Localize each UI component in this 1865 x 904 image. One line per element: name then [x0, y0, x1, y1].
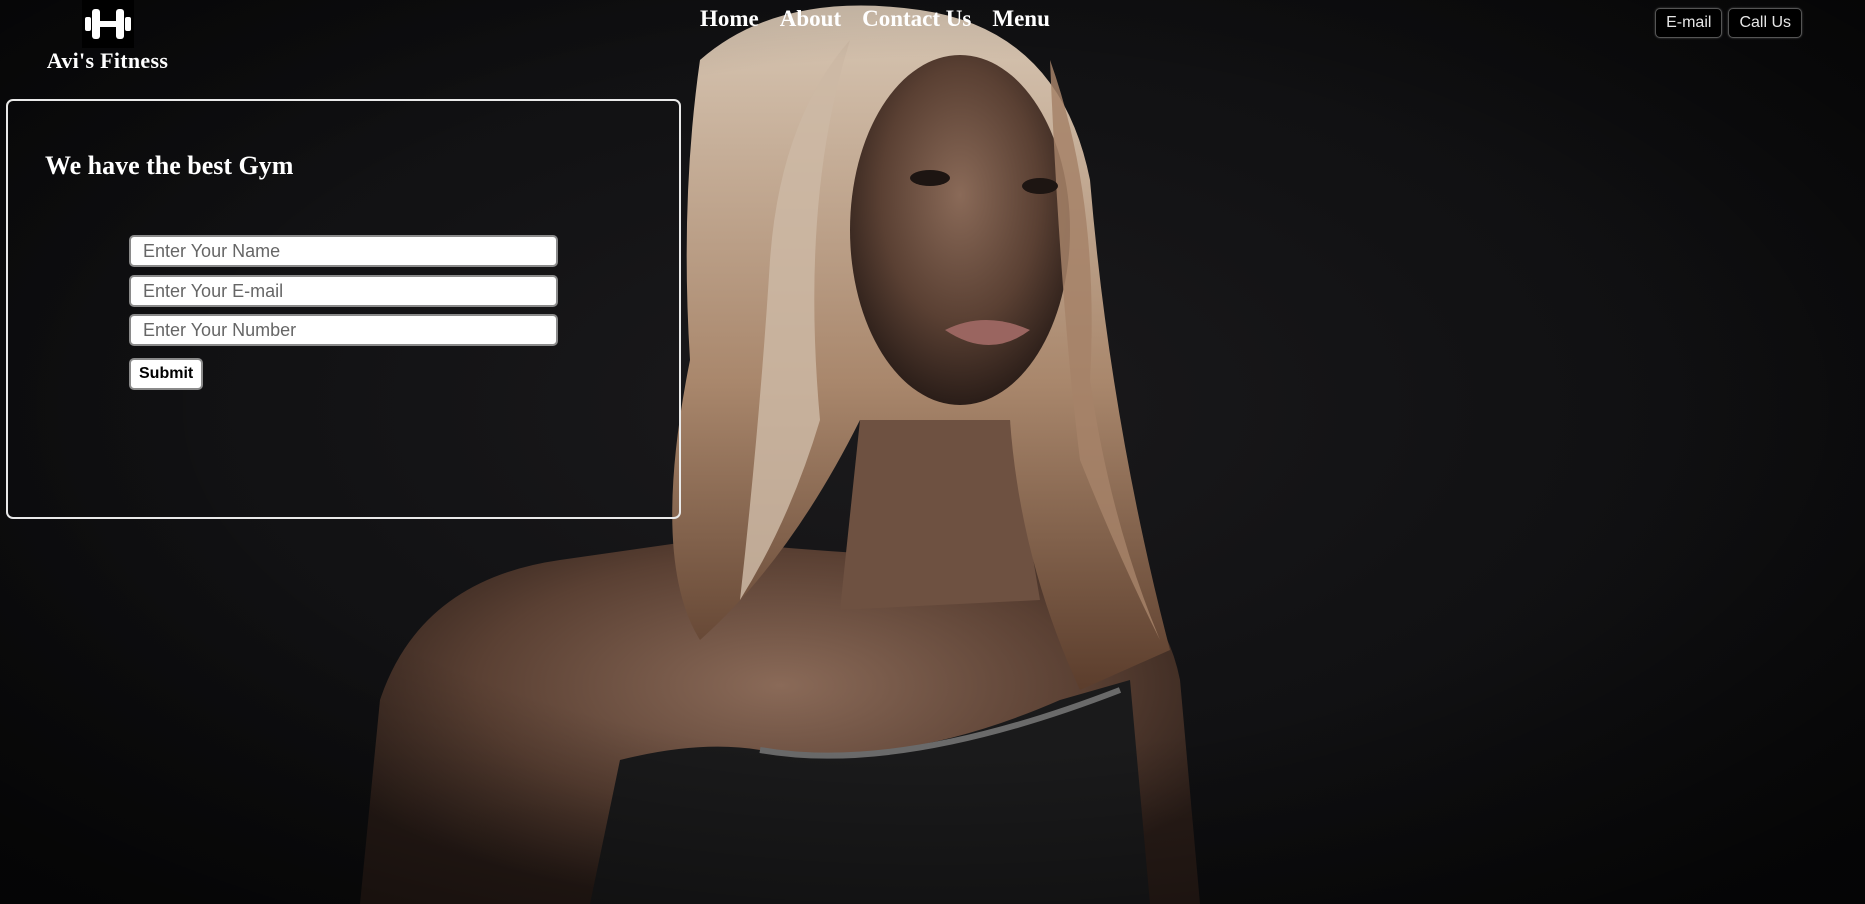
email-input[interactable] [129, 275, 558, 307]
brand-name: Avi's Fitness [46, 48, 169, 73]
dumbbell-icon [81, 0, 134, 48]
main-nav: Home About Contact Us Menu [700, 6, 1071, 32]
call-us-button[interactable]: Call Us [1728, 8, 1802, 38]
nav-menu[interactable]: Menu [992, 6, 1050, 32]
nav-home[interactable]: Home [700, 6, 759, 32]
page: Avi's Fitness Home About Contact Us Menu… [0, 0, 1865, 904]
top-actions: E-mail Call Us [1655, 8, 1802, 38]
brand-logo[interactable]: Avi's Fitness [30, 0, 185, 74]
card-title: We have the best Gym [45, 151, 294, 180]
name-input[interactable] [129, 235, 558, 267]
nav-contact-us[interactable]: Contact Us [862, 6, 971, 32]
email-button[interactable]: E-mail [1655, 8, 1723, 38]
nav-about[interactable]: About [780, 6, 841, 32]
signup-card: We have the best Gym Submit [6, 99, 681, 519]
submit-button[interactable]: Submit [129, 358, 204, 390]
number-input[interactable] [129, 314, 558, 346]
